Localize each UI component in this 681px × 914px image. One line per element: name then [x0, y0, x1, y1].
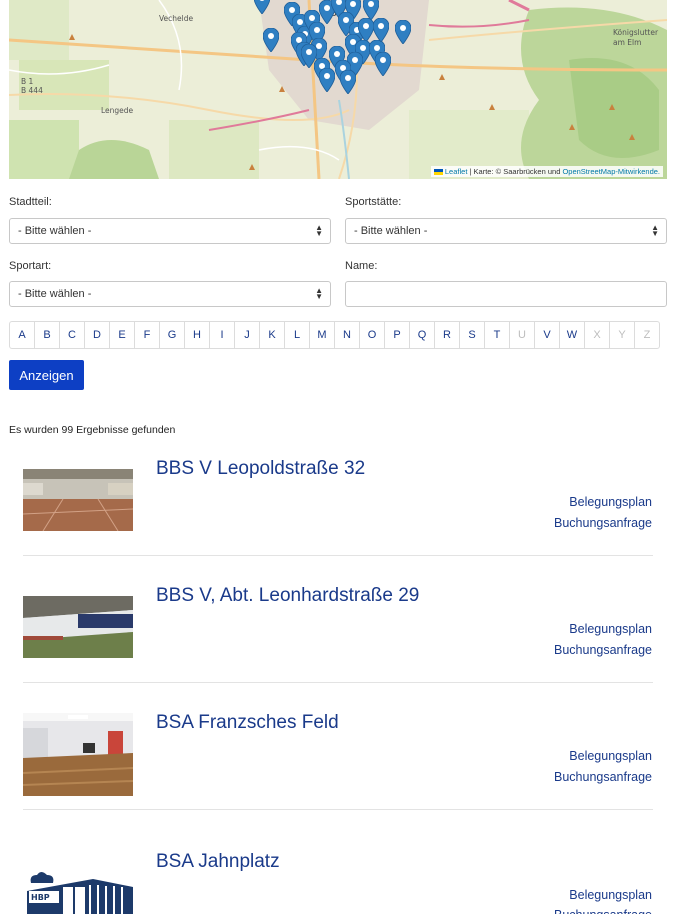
gym-hall-photo [23, 469, 133, 531]
map-marker-icon[interactable] [263, 28, 279, 52]
map-marker-icon[interactable] [395, 20, 411, 44]
belegungsplan-link[interactable]: Belegungsplan [569, 749, 652, 763]
alphabet-letter-t[interactable]: T [484, 321, 510, 349]
map-road-label: B 444 [21, 86, 43, 95]
name-input[interactable] [345, 281, 667, 307]
select-caret-icon: ▲ ▼ [315, 223, 323, 238]
alphabet-letter-i[interactable]: I [209, 321, 235, 349]
alphabet-letter-h[interactable]: H [184, 321, 210, 349]
belegungsplan-link[interactable]: Belegungsplan [569, 622, 652, 636]
alphabet-letter-v[interactable]: V [534, 321, 560, 349]
belegungsplan-link[interactable]: Belegungsplan [569, 888, 652, 902]
attribution-text: | Karte: © Saarbrücken und [467, 167, 563, 176]
select-caret-icon: ▲ ▼ [651, 223, 659, 238]
logo-text: HBP [31, 893, 50, 902]
result-title[interactable]: BBS V Leopoldstraße 32 [156, 458, 365, 480]
alphabet-letter-l[interactable]: L [284, 321, 310, 349]
leaflet-link[interactable]: Leaflet [445, 167, 468, 176]
alphabet-letter-c[interactable]: C [59, 321, 85, 349]
alphabet-letter-n[interactable]: N [334, 321, 360, 349]
map-marker-icon[interactable] [319, 68, 335, 92]
osm-link[interactable]: OpenStreetMap-Mitwirkende. [562, 167, 660, 176]
name-label: Name: [345, 260, 378, 272]
alphabet-letter-r[interactable]: R [434, 321, 460, 349]
result-thumbnail[interactable] [23, 596, 133, 658]
result-title[interactable]: BSA Jahnplatz [156, 851, 280, 873]
map-place-label: Vechelde [159, 14, 194, 23]
map-marker-icon[interactable] [375, 52, 391, 76]
alphabet-letter-w[interactable]: W [559, 321, 585, 349]
sportart-select[interactable]: - Bitte wählen - ▲ ▼ [9, 281, 331, 307]
alphabet-letter-y: Y [609, 321, 635, 349]
map-place-label: Lengede [101, 106, 134, 115]
alphabet-letter-d[interactable]: D [84, 321, 110, 349]
map-marker-icon[interactable] [301, 44, 317, 68]
ukraine-flag-icon [433, 169, 443, 176]
alphabet-letter-g[interactable]: G [159, 321, 185, 349]
sportart-select-value: - Bitte wählen - [18, 288, 92, 300]
sportstaette-select[interactable]: - Bitte wählen - ▲ ▼ [345, 218, 667, 244]
alphabet-letter-o[interactable]: O [359, 321, 385, 349]
alphabet-letter-x: X [584, 321, 610, 349]
alphabet-letter-b[interactable]: B [34, 321, 60, 349]
alphabet-letter-p[interactable]: P [384, 321, 410, 349]
result-title[interactable]: BSA Franzsches Feld [156, 712, 339, 734]
result-title[interactable]: BBS V, Abt. Leonhardstraße 29 [156, 585, 419, 607]
map[interactable]: Vechelde Lengede Königslutter am Elm B 1… [9, 0, 667, 179]
alphabet-letter-j[interactable]: J [234, 321, 260, 349]
stadtteil-select[interactable]: - Bitte wählen - ▲ ▼ [9, 218, 331, 244]
gym-room-photo [23, 713, 133, 796]
map-marker-icon[interactable] [340, 70, 356, 94]
sportart-label: Sportart: [9, 260, 52, 272]
alphabet-letter-m[interactable]: M [309, 321, 335, 349]
divider [23, 682, 653, 683]
map-marker-icon[interactable] [254, 0, 270, 14]
stadium-photo [23, 596, 133, 658]
stadtteil-label: Stadtteil: [9, 196, 52, 208]
sportstaette-label: Sportstätte: [345, 196, 402, 208]
select-caret-icon: ▲ ▼ [315, 286, 323, 301]
map-attribution: Leaflet | Karte: © Saarbrücken und OpenS… [430, 166, 663, 177]
alphabet-letter-u: U [509, 321, 535, 349]
buchungsanfrage-link[interactable]: Buchungsanfrage [554, 516, 652, 530]
result-thumbnail[interactable]: HBP [23, 869, 133, 914]
buchungsanfrage-link[interactable]: Buchungsanfrage [554, 770, 652, 784]
result-count: Es wurden 99 Ergebnisse gefunden [9, 424, 176, 436]
map-marker-icon[interactable] [373, 18, 389, 42]
result-thumbnail[interactable] [23, 713, 133, 796]
alphabet-letter-z: Z [634, 321, 660, 349]
alphabet-letter-f[interactable]: F [134, 321, 160, 349]
belegungsplan-link[interactable]: Belegungsplan [569, 495, 652, 509]
sportstaette-select-value: - Bitte wählen - [354, 225, 428, 237]
map-place-label: Königslutter am Elm [613, 28, 659, 47]
alphabet-filter: ABCDEFGHIJKLMNOPQRSTUVWXYZ [9, 321, 660, 349]
hbp-logo [23, 869, 133, 914]
alphabet-letter-s[interactable]: S [459, 321, 485, 349]
map-marker-icon[interactable] [363, 0, 379, 20]
stadtteil-select-value: - Bitte wählen - [18, 225, 92, 237]
map-road-label: B 1 [21, 77, 34, 86]
alphabet-letter-q[interactable]: Q [409, 321, 435, 349]
buchungsanfrage-link[interactable]: Buchungsanfrage [554, 908, 652, 914]
alphabet-letter-k[interactable]: K [259, 321, 285, 349]
result-thumbnail[interactable] [23, 469, 133, 531]
divider [23, 555, 653, 556]
buchungsanfrage-link[interactable]: Buchungsanfrage [554, 643, 652, 657]
divider [23, 809, 653, 810]
alphabet-letter-a[interactable]: A [9, 321, 35, 349]
alphabet-letter-e[interactable]: E [109, 321, 135, 349]
submit-button[interactable]: Anzeigen [9, 360, 84, 390]
